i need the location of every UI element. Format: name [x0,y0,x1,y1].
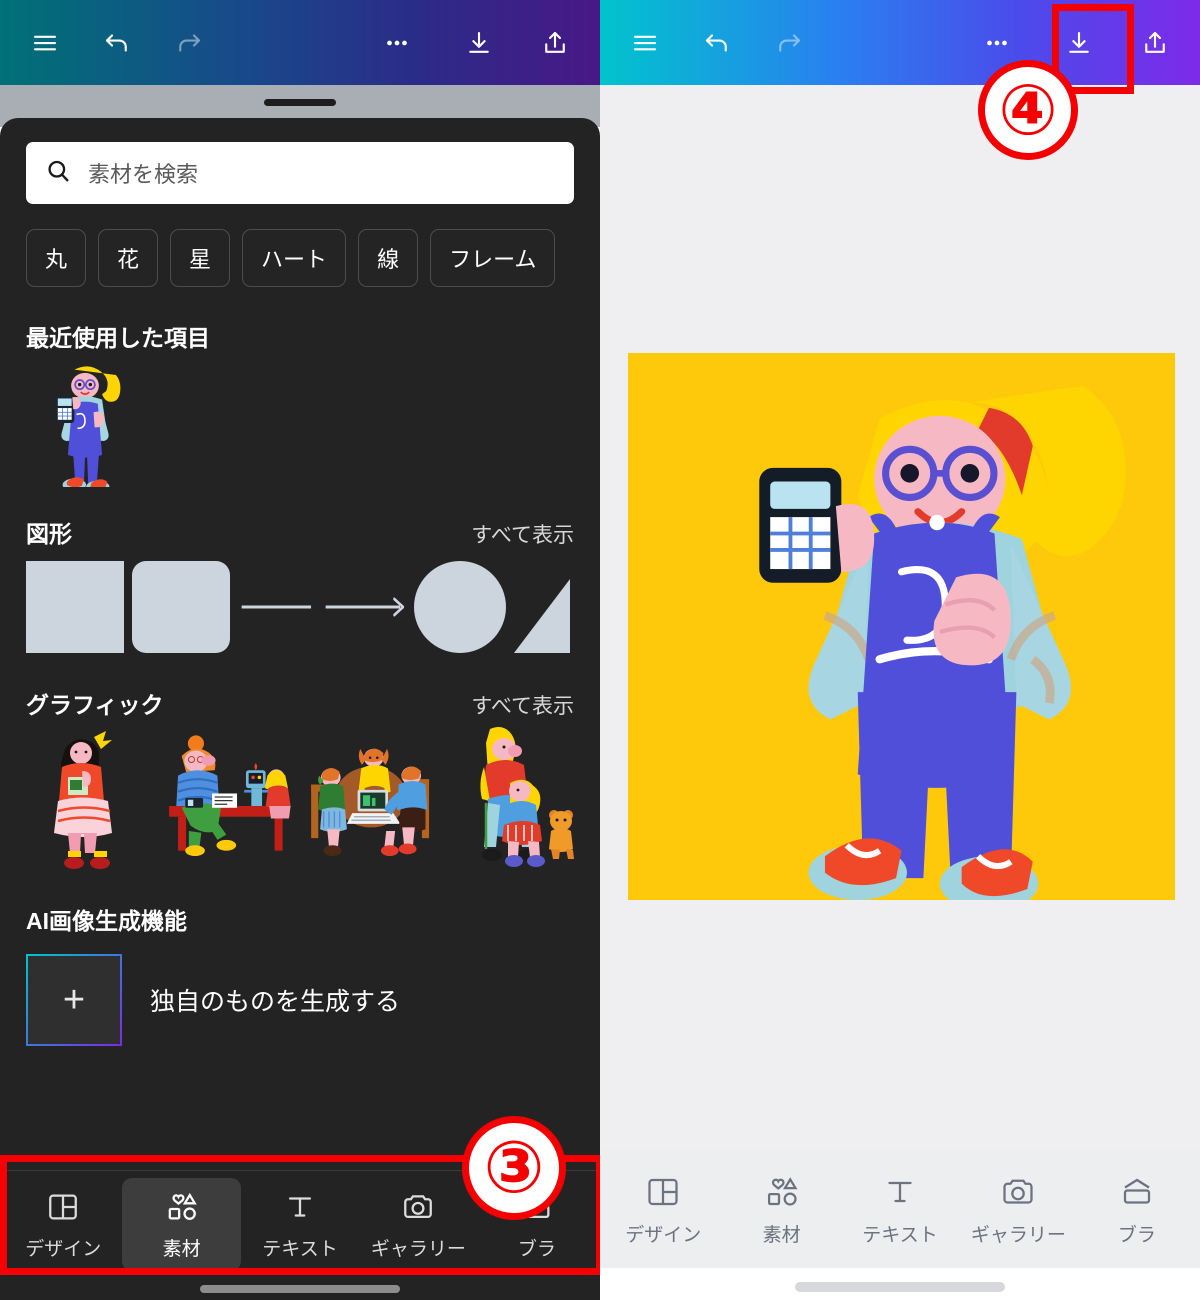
layout-panels-icon [648,1178,678,1205]
ai-generate-row[interactable]: + 独自のものを生成する [0,936,600,1046]
shapes-icon [168,1192,197,1220]
section-title-recent: 最近使用した項目 [26,325,210,351]
filter-chip-star[interactable]: 星 [170,229,231,287]
girl-with-calculator-illustration [759,385,1126,900]
search-input[interactable]: 素材を検索 [26,142,574,204]
right-phone-screen: デザイン 素材 テキスト ギャラリー ブラ ④ [600,0,1200,1300]
undo-icon[interactable] [694,20,740,66]
shape-square[interactable] [26,560,124,653]
graphic-thumb-parent-child-bear[interactable] [446,725,580,870]
search-placeholder: 素材を検索 [88,162,199,187]
right-app-bar [600,0,1200,85]
nav-item-gallery[interactable]: ギャラリー [959,1162,1077,1257]
nav-label-design: デザイン [625,1224,702,1246]
annotation-badge-3: ③ [462,1116,566,1220]
nav-item-assets[interactable]: 素材 [722,1162,840,1257]
home-indicator-left [200,1285,400,1293]
text-t-icon [288,1197,312,1217]
filter-chip-line[interactable]: 線 [358,229,419,287]
download-icon[interactable] [1056,20,1102,66]
parent-and-child-with-bear-icon [480,727,574,867]
right-bottom-nav: デザイン 素材 テキスト ギャラリー ブラ [600,1150,1200,1268]
section-header-ai: AI画像生成機能 [0,902,600,936]
redo-icon[interactable] [166,20,212,66]
girl-with-calculator-thumb-icon [55,366,121,487]
section-header-graphics: グラフィック すべて表示 [0,686,600,720]
nav-label-brand: ブラ [1117,1224,1156,1246]
artboard[interactable] [628,353,1175,900]
line-arrow-icon [241,597,405,616]
graphic-thumb-family-laptop[interactable] [304,725,438,870]
shape-rounded-square[interactable] [132,560,230,653]
text-t-icon [888,1181,912,1202]
editor-canvas-area[interactable] [600,85,1200,1150]
section-title-graphics: グラフィック [26,692,164,718]
nav-label-text: テキスト [862,1224,938,1246]
family-at-laptop-icon [311,748,430,857]
nav-label-assets: 素材 [762,1224,801,1246]
redo-icon[interactable] [766,20,812,66]
download-icon[interactable] [456,20,502,66]
filter-chip-circle[interactable]: 丸 [26,229,87,287]
sheet-drag-handle[interactable] [264,99,336,106]
share-icon[interactable] [532,20,578,66]
shapes-icon [767,1176,798,1206]
graphics-row [0,720,600,870]
hamburger-menu-icon[interactable] [622,20,668,66]
girl-with-book-icon [54,731,112,869]
see-all-shapes-link[interactable]: すべて表示 [471,519,574,549]
camera-icon [404,1195,433,1219]
camera-icon [1003,1179,1034,1204]
section-title-ai: AI画像生成機能 [26,908,187,934]
nav-item-text[interactable]: テキスト [241,1178,359,1271]
see-all-graphics-link[interactable]: すべて表示 [471,690,574,720]
nav-label-assets: 素材 [162,1239,201,1260]
filter-chip-heart[interactable]: ハート [242,229,347,287]
screenshot-root: 素材を検索 丸 花 星 ハート 線 フレーム 最近使用した項目 図形 すべて表示… [0,0,1200,1300]
undo-icon[interactable] [94,20,140,66]
nav-item-text[interactable]: テキスト [841,1162,959,1257]
share-icon[interactable] [1132,20,1178,66]
section-header-recent: 最近使用した項目 [0,319,600,353]
home-indicator-right [795,1282,1005,1292]
left-phone-screen: 素材を検索 丸 花 星 ハート 線 フレーム 最近使用した項目 図形 すべて表示… [0,0,600,1300]
recent-items-row [0,353,600,487]
shape-line-and-arrow[interactable] [238,561,406,653]
shape-circle[interactable] [414,560,506,653]
triangle-icon [514,578,570,653]
graphic-thumb-table-robot[interactable] [162,725,296,870]
annotation-badge-4: ④ [978,60,1078,160]
kid-at-table-with-robot-icon [169,735,291,857]
shape-triangle[interactable] [514,561,574,653]
more-horizontal-icon[interactable] [974,20,1020,66]
hamburger-menu-icon[interactable] [22,20,68,66]
nav-label-design: デザイン [25,1239,102,1260]
nav-item-brand[interactable]: ブラ [1078,1162,1196,1257]
nav-label-gallery: ギャラリー [370,1239,466,1260]
nav-item-design[interactable]: デザイン [4,1178,122,1271]
search-icon [44,157,72,190]
filter-chip-frame[interactable]: フレーム [430,229,556,287]
layout-panels-icon [49,1194,78,1220]
nav-label-brand: ブラ [517,1239,556,1260]
section-title-shapes: 図形 [26,521,72,547]
plus-icon[interactable]: + [26,954,122,1046]
nav-item-assets[interactable]: 素材 [122,1178,241,1271]
section-header-shapes: 図形 すべて表示 [0,515,600,549]
nav-label-text: テキスト [262,1239,338,1260]
left-app-bar [0,0,600,85]
brand-icon [1123,1178,1150,1204]
recent-item-girl-calculator[interactable] [26,359,144,487]
filter-chip-flower[interactable]: 花 [98,229,159,287]
nav-item-design[interactable]: デザイン [604,1162,722,1257]
more-horizontal-icon[interactable] [374,20,420,66]
graphic-thumb-girl-book[interactable] [20,725,154,870]
filter-chip-row: 丸 花 星 ハート 線 フレーム [0,204,600,287]
nav-item-gallery[interactable]: ギャラリー [359,1178,477,1271]
ai-generate-label: 独自のものを生成する [150,988,401,1016]
nav-label-gallery: ギャラリー [970,1224,1066,1246]
shapes-row [0,549,600,654]
